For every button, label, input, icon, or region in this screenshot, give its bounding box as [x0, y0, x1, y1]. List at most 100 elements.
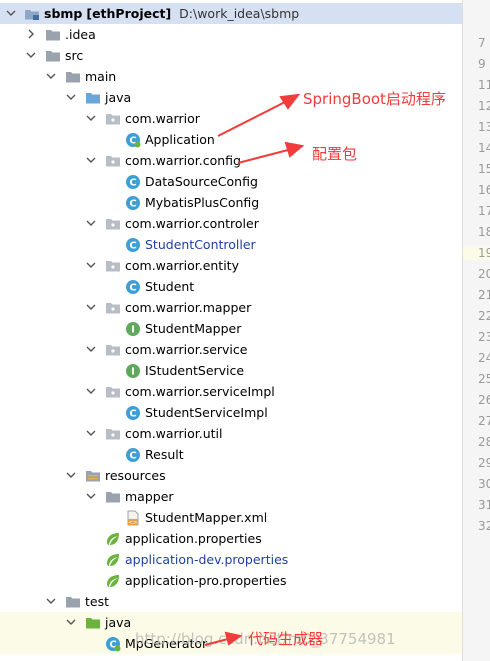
chevron-down-icon[interactable] — [46, 71, 56, 81]
line-number: 32 — [478, 519, 490, 533]
tree-row-partial — [0, 655, 462, 661]
chevron-down-icon[interactable] — [26, 50, 36, 60]
package-icon — [106, 345, 120, 356]
tree-row-idea[interactable]: .idea — [0, 24, 462, 45]
line-number: 22 — [478, 309, 490, 323]
tree-row-class[interactable]: C Result — [0, 444, 462, 465]
line-number: 30 — [478, 477, 490, 491]
line-number: 21 — [478, 288, 490, 302]
tree-row-package[interactable]: com.warrior.serviceImpl — [0, 381, 462, 402]
chevron-down-icon[interactable] — [46, 596, 56, 606]
tree-row-package[interactable]: com.warrior.service — [0, 339, 462, 360]
chevron-down-icon[interactable] — [86, 218, 96, 228]
package-icon — [106, 387, 120, 398]
chevron-down-icon[interactable] — [86, 344, 96, 354]
chevron-down-icon[interactable] — [86, 428, 96, 438]
tree-label-package: com.warrior.serviceImpl — [125, 384, 275, 399]
tree-label-package: com.warrior.util — [125, 426, 223, 441]
resources-folder-icon — [86, 471, 100, 482]
tree-label-class: Student — [145, 279, 195, 294]
chevron-down-icon[interactable] — [66, 617, 76, 627]
tree-row-package[interactable]: com.warrior.controler — [0, 213, 462, 234]
annotation-generator: 代码生成器 — [248, 630, 324, 648]
tree-label-package: com.warrior.service — [125, 342, 248, 357]
tree-row-test[interactable]: test — [0, 591, 462, 612]
chevron-down-icon[interactable] — [86, 155, 96, 165]
svg-text:C: C — [129, 283, 136, 294]
tree-row-project[interactable]: sbmp [ethProject] D:\work_idea\sbmp — [0, 3, 462, 24]
chevron-down-icon[interactable] — [66, 92, 76, 102]
tree-label-test-java: java — [105, 615, 132, 630]
tree-label-class: MybatisPlusConfig — [145, 195, 260, 210]
chevron-down-icon[interactable] — [86, 260, 96, 270]
tree-row-package[interactable]: com.warrior.config — [0, 150, 462, 171]
spring-boot-class-icon: C — [126, 133, 141, 148]
chevron-down-icon[interactable] — [86, 386, 96, 396]
folder-icon — [46, 30, 60, 41]
chevron-down-icon[interactable] — [86, 302, 96, 312]
line-number: 19 — [463, 246, 490, 260]
chevron-down-icon[interactable] — [86, 113, 96, 123]
annotation-config: 配置包 — [312, 145, 358, 163]
module-folder-icon — [25, 10, 39, 20]
tree-row-class[interactable]: C Student — [0, 276, 462, 297]
tree-label-idea: .idea — [65, 27, 96, 42]
tree-row-package[interactable]: com.warrior.entity — [0, 255, 462, 276]
project-name: sbmp [ethProject] D:\work_idea\sbmp — [44, 6, 300, 21]
package-icon — [106, 261, 120, 272]
line-number: 24 — [478, 351, 490, 365]
folder-icon — [66, 597, 80, 608]
tree-label-package: com.warrior — [125, 111, 200, 126]
source-folder-icon — [86, 618, 100, 629]
chevron-right-icon[interactable] — [26, 29, 36, 39]
tree-row-properties[interactable]: application-dev.properties — [0, 549, 462, 570]
tree-row-class[interactable]: C StudentServiceImpl — [0, 402, 462, 423]
tree-row-properties[interactable]: application-pro.properties — [0, 570, 462, 591]
class-icon: C — [126, 175, 140, 189]
tree-row-package[interactable]: com.warrior.util — [0, 423, 462, 444]
tree-row-src[interactable]: src — [0, 45, 462, 66]
tree-row-class[interactable]: C Application — [0, 129, 462, 150]
line-number: 26 — [478, 393, 490, 407]
tree-label-package: com.warrior.mapper — [125, 300, 252, 315]
svg-text:C: C — [129, 199, 136, 210]
chevron-down-icon[interactable] — [86, 491, 96, 501]
chevron-down-icon[interactable] — [6, 8, 16, 18]
editor-gutter: 7 9 11 12 13 14 15 16 17 18 19 20 21 22 23 24 25 26 27 28 29… — [463, 0, 490, 661]
line-number: 25 — [478, 372, 490, 386]
annotation-springboot: SpringBoot启动程序 — [303, 90, 446, 108]
svg-text:C: C — [129, 241, 136, 252]
tree-label-properties: application-pro.properties — [125, 573, 287, 588]
tree-row-mapper-folder[interactable]: mapper — [0, 486, 462, 507]
tree-row-class[interactable]: C DataSourceConfig — [0, 171, 462, 192]
tree-row-class[interactable]: C MybatisPlusConfig — [0, 192, 462, 213]
package-icon — [106, 429, 120, 440]
interface-icon: I — [126, 364, 140, 378]
tree-label-interface: IStudentService — [145, 363, 245, 378]
tree-row-interface[interactable]: I IStudentService — [0, 360, 462, 381]
tree-label-application: Application — [145, 132, 215, 147]
package-icon — [106, 114, 120, 125]
line-number: 9 — [478, 57, 486, 71]
tree-label-properties: application-dev.properties — [125, 552, 289, 567]
package-icon — [106, 219, 120, 230]
line-number: 11 — [478, 78, 490, 92]
tree-label-mapper-folder: mapper — [125, 489, 174, 504]
line-number: 17 — [478, 204, 490, 218]
chevron-down-icon[interactable] — [66, 470, 76, 480]
project-tree: sbmp [ethProject] D:\work_idea\sbmp .ide… — [0, 0, 462, 661]
tree-row-main[interactable]: main — [0, 66, 462, 87]
tree-label-class: StudentServiceImpl — [145, 405, 268, 420]
tree-row-class[interactable]: C StudentController — [0, 234, 462, 255]
tree-row-resources[interactable]: resources — [0, 465, 462, 486]
tree-row-interface[interactable]: I StudentMapper — [0, 318, 462, 339]
class-icon: C — [126, 448, 140, 462]
folder-icon — [66, 72, 80, 83]
tree-row-xml-file[interactable]: <> StudentMapper.xml — [0, 507, 462, 528]
tree-label-class: Result — [145, 447, 184, 462]
tree-row-package[interactable]: com.warrior — [0, 108, 462, 129]
tree-row-package[interactable]: com.warrior.mapper — [0, 297, 462, 318]
line-number: 16 — [478, 183, 490, 197]
line-number: 27 — [478, 414, 490, 428]
tree-row-properties[interactable]: application.properties — [0, 528, 462, 549]
